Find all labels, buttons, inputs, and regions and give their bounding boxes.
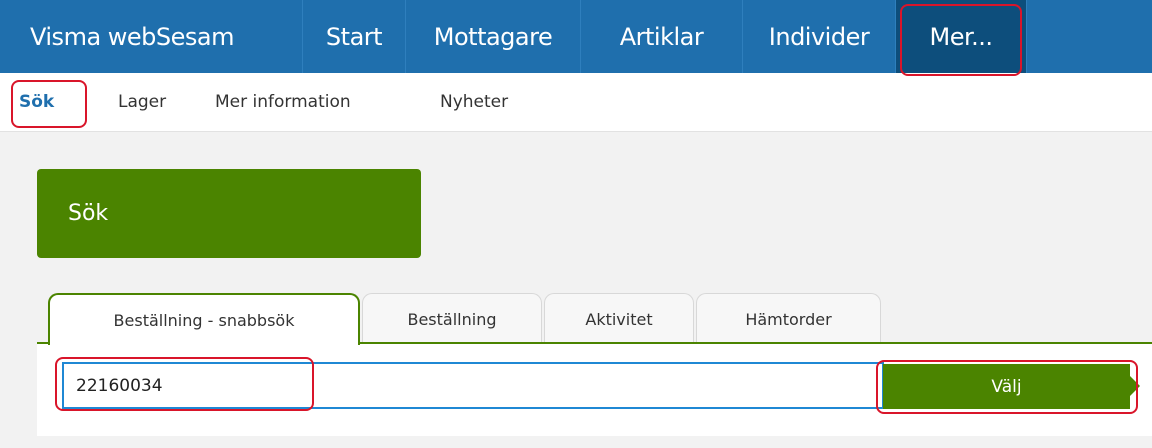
tab-aktivitet[interactable]: Aktivitet bbox=[544, 293, 694, 344]
tab-bestallning[interactable]: Beställning bbox=[362, 293, 542, 344]
app-brand[interactable]: Visma webSesam bbox=[0, 0, 303, 73]
top-navigation: Visma webSesam Start Mottagare Artiklar … bbox=[0, 0, 1152, 73]
tab-hamtorder[interactable]: Hämtorder bbox=[696, 293, 881, 344]
nav-artiklar[interactable]: Artiklar bbox=[581, 0, 743, 73]
valj-button[interactable]: Välj bbox=[883, 364, 1130, 409]
subnav-nyheter[interactable]: Nyheter bbox=[440, 73, 508, 131]
sub-navigation: Sök Lager Mer information Nyheter bbox=[0, 73, 1152, 132]
tab-bestallning-snabbsok[interactable]: Beställning - snabbsök bbox=[48, 293, 360, 345]
page-title: Sök bbox=[37, 169, 421, 258]
nav-mottagare[interactable]: Mottagare bbox=[406, 0, 581, 73]
subnav-sok[interactable]: Sök bbox=[19, 73, 54, 131]
subnav-mer-information[interactable]: Mer information bbox=[215, 73, 351, 131]
nav-start[interactable]: Start bbox=[303, 0, 406, 73]
subnav-lager[interactable]: Lager bbox=[118, 73, 166, 131]
search-input[interactable] bbox=[62, 362, 884, 409]
button-arrow-icon bbox=[1130, 376, 1140, 396]
nav-individer[interactable]: Individer bbox=[743, 0, 896, 73]
nav-mer[interactable]: Mer... bbox=[896, 0, 1027, 73]
